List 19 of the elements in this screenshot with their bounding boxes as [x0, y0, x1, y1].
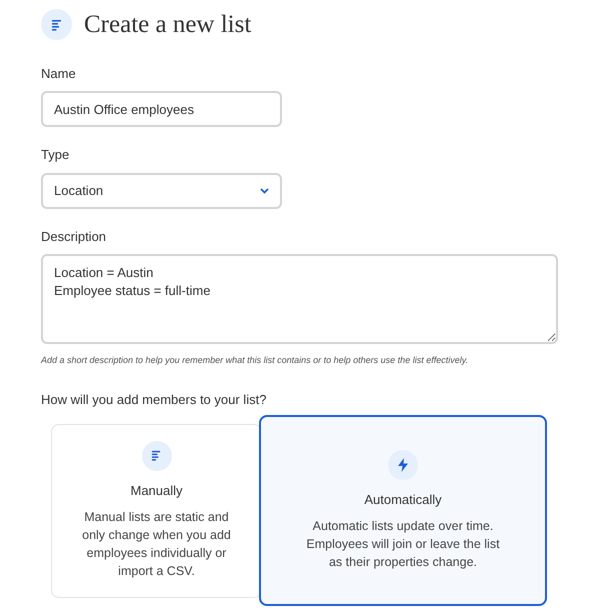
- description-field[interactable]: Location = Austin Employee status = full-time: [41, 254, 558, 344]
- option-title: Manually: [130, 482, 183, 500]
- option-card[interactable]: Automatically Automatic lists update over time. Employees will join or leave the list as their properties change.: [259, 415, 547, 606]
- type-dropdown[interactable]: Location: [41, 172, 282, 208]
- list-icon: [50, 18, 62, 31]
- field-label: Name: [41, 64, 77, 82]
- name-field[interactable]: Austin Office employees: [41, 91, 282, 127]
- option-description: Automatic lists update over time. Employees will join or leave the list as their properties change.: [305, 518, 501, 572]
- field-label: Type: [41, 146, 70, 164]
- field-label: Description: [41, 228, 108, 246]
- members-question: How will you add members to your list?: [41, 390, 268, 409]
- lightning-bolt-icon: [397, 458, 409, 472]
- list-icon: [151, 450, 162, 462]
- option-description: Manual lists are static and only change when you add employees individually or import a CSV.: [82, 509, 232, 580]
- option-title: Automatically: [364, 490, 442, 509]
- description-hint: Add a short description to help you remember what this list contains or to help others use the list effectively.: [41, 354, 470, 367]
- chevron-down-icon: [260, 188, 269, 194]
- option-card[interactable]: Manually Manual lists are static and only change when you add employees individually or import a CSV.: [51, 424, 262, 598]
- page-title: Create a new list: [84, 10, 252, 40]
